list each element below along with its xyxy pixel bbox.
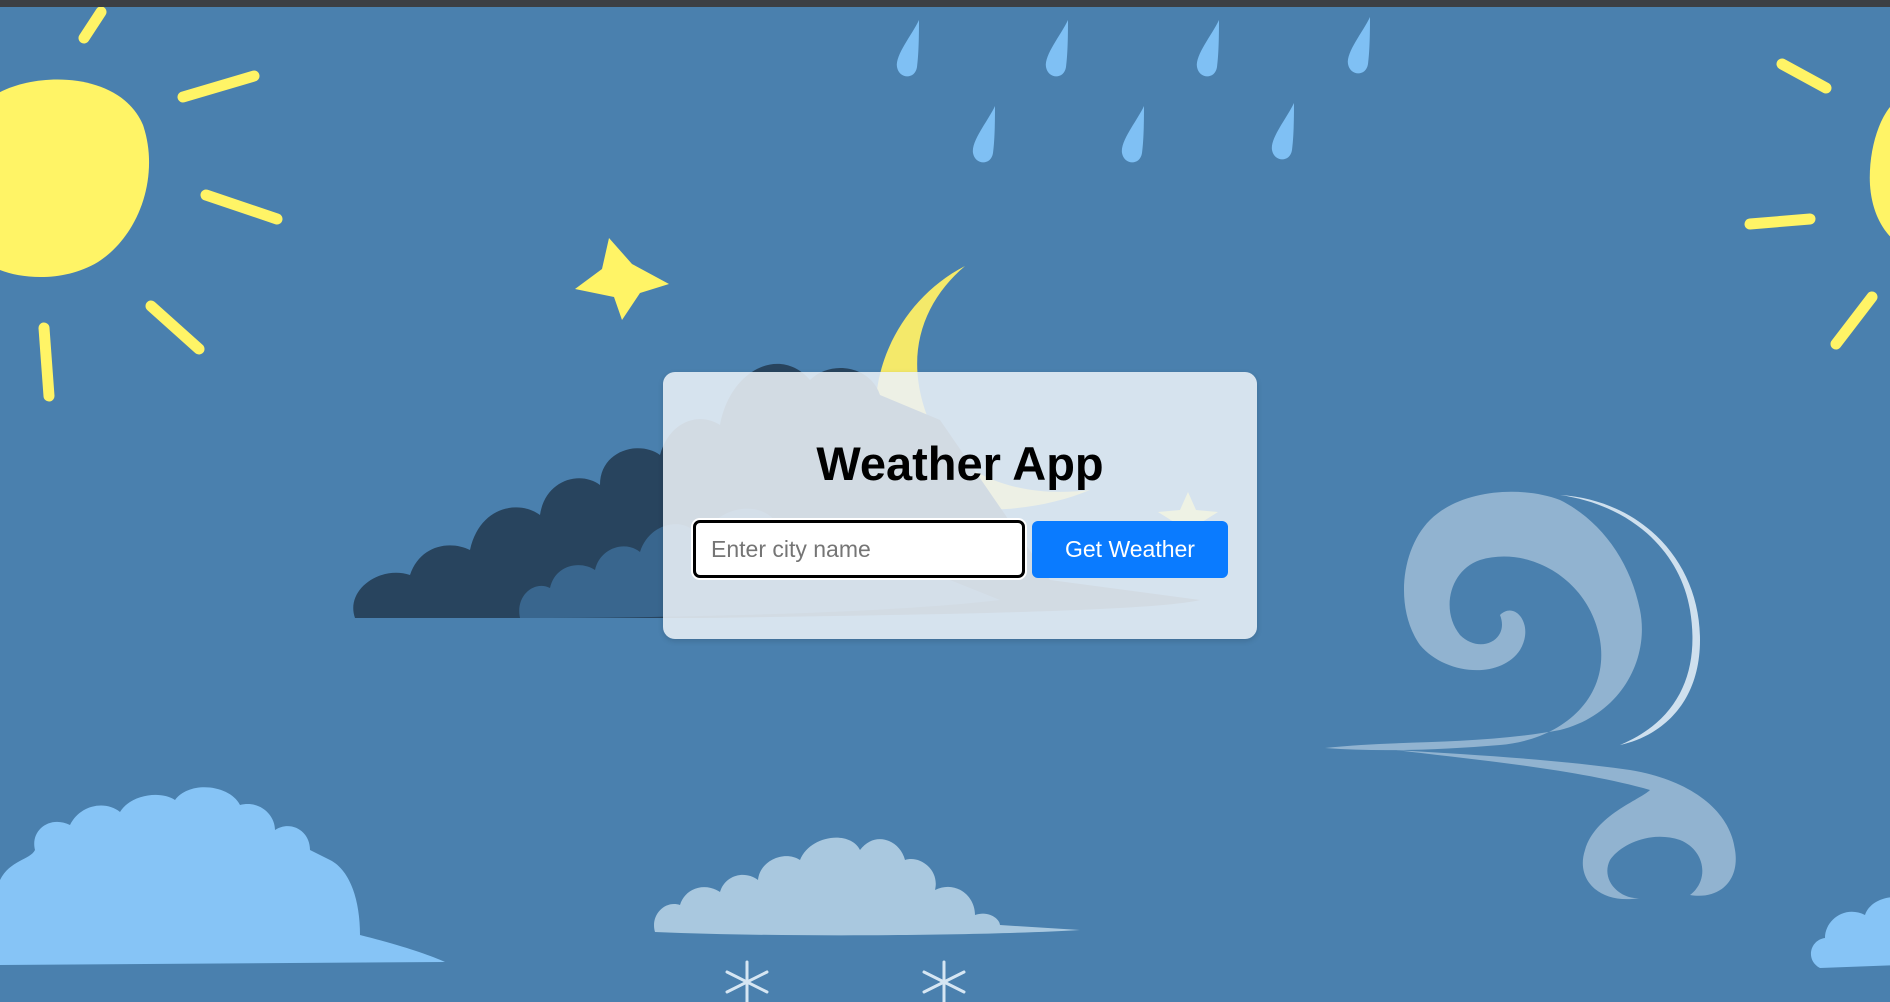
star-icon <box>575 238 669 320</box>
get-weather-button[interactable]: Get Weather <box>1032 521 1228 578</box>
cloud-icon <box>0 787 445 965</box>
page-title: Weather App <box>816 437 1104 490</box>
raindrop-icon <box>896 17 1370 163</box>
snowflake-icon <box>725 960 966 1002</box>
browser-top-bar <box>0 0 1890 7</box>
city-search-input[interactable] <box>693 520 1025 578</box>
cloud-icon <box>1811 897 1890 968</box>
cloud-icon <box>654 837 1080 936</box>
sun-icon <box>0 7 283 402</box>
weather-search-card: Weather App Get Weather <box>663 372 1257 639</box>
wind-swirl-icon <box>1325 491 1736 900</box>
sun-icon <box>1744 58 1890 350</box>
